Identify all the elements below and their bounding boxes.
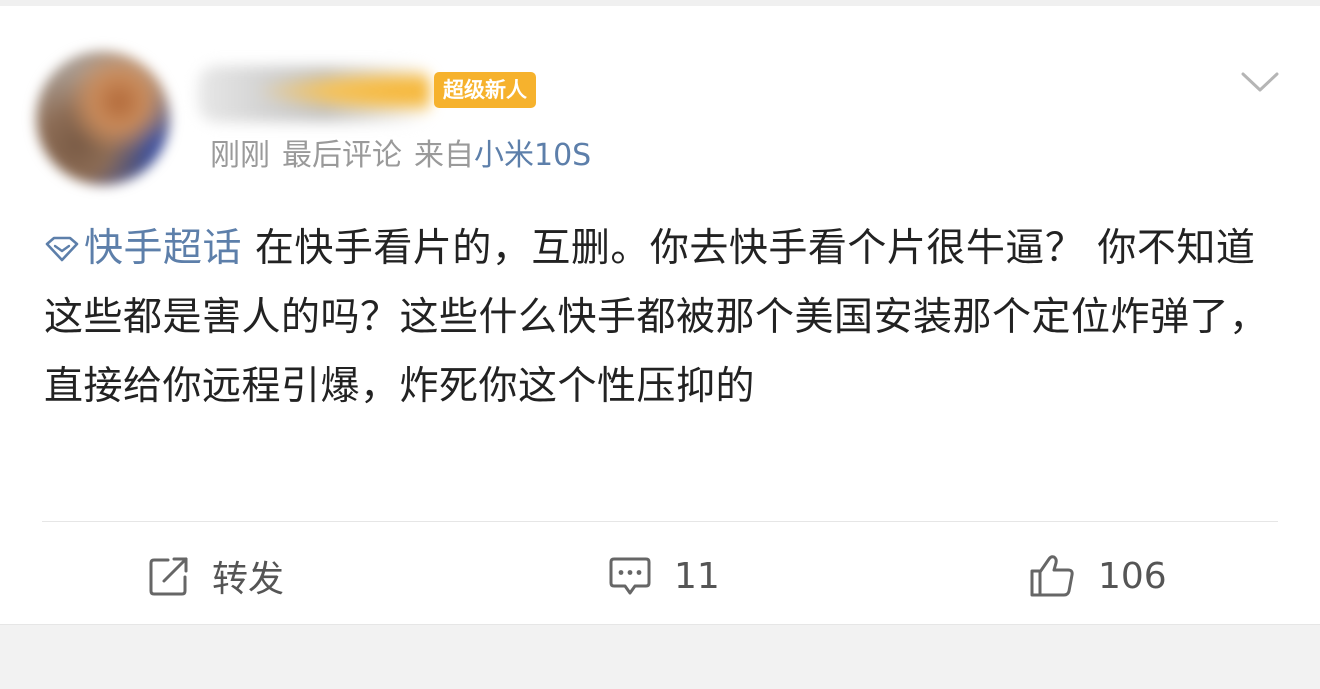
like-icon [1030, 555, 1074, 597]
comment-count: 11 [674, 555, 720, 597]
repost-icon [149, 557, 188, 596]
username-redacted[interactable] [198, 66, 430, 122]
like-button[interactable]: 106 [1028, 546, 1167, 606]
divider [42, 521, 1278, 522]
comment-icon [609, 557, 651, 595]
topic-link[interactable]: 快手超话 [44, 226, 242, 271]
like-count: 106 [1098, 555, 1167, 597]
post-time: 刚刚 [210, 138, 270, 173]
repost-label: 转发 [212, 559, 285, 600]
bottom-separator [0, 624, 1320, 689]
post-content: 快手超话 在快手看片的，互删。你去快手看个片很牛逼？ 你不知道这些都是害人的吗？… [44, 214, 1280, 421]
user-badge: 超级新人 [434, 72, 536, 108]
comment-button[interactable]: 11 [608, 546, 720, 606]
chevron-down-icon[interactable] [1240, 66, 1280, 96]
device-link[interactable]: 小米10S [474, 138, 591, 173]
avatar[interactable] [36, 51, 170, 185]
post-meta: 刚刚 最后评论 来自小米10S [210, 134, 591, 178]
topic-label: 快手超话 [84, 226, 243, 271]
repost-button[interactable]: 转发 [148, 546, 284, 606]
topic-diamond-icon [45, 236, 79, 261]
source-prefix: 来自 [414, 138, 474, 173]
post-card: 超级新人 刚刚 最后评论 来自小米10S 快手超话 在快手看片的，互删。你去快手看个… [0, 6, 1320, 624]
post-status: 最后评论 [282, 138, 402, 173]
